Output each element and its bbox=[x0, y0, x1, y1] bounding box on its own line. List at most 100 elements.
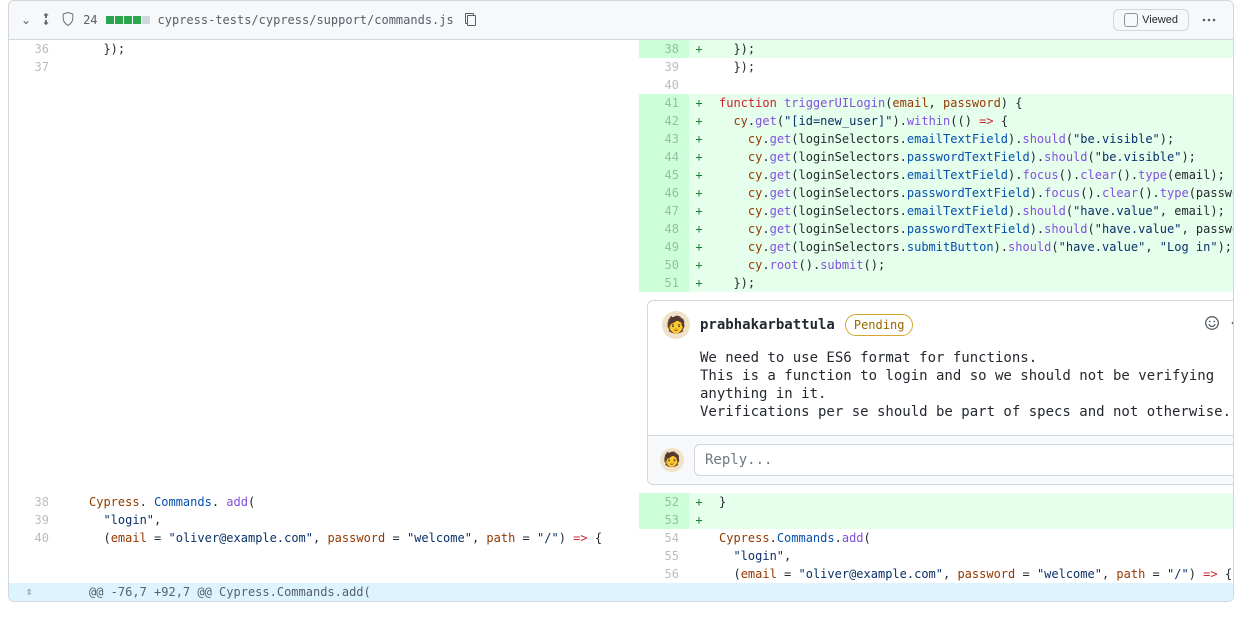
code-right[interactable]: cy.get(loginSelectors.passwordTextField)… bbox=[709, 148, 1234, 166]
line-number-right[interactable]: 54 bbox=[639, 529, 689, 547]
viewed-checkbox[interactable] bbox=[1124, 13, 1138, 27]
file-path[interactable]: cypress-tests/cypress/support/commands.j… bbox=[158, 13, 454, 27]
code-right[interactable]: cy.get(loginSelectors.emailTextField).fo… bbox=[709, 166, 1234, 184]
copy-path-icon[interactable] bbox=[462, 11, 478, 30]
line-number-left[interactable] bbox=[9, 76, 59, 94]
change-count[interactable]: 24 bbox=[83, 13, 97, 27]
line-number-right[interactable]: 53 bbox=[639, 511, 689, 529]
line-number-right[interactable]: 41 bbox=[639, 94, 689, 112]
line-number-left[interactable]: 40 bbox=[9, 529, 59, 547]
line-number-right[interactable]: 39 bbox=[639, 58, 689, 76]
code-right[interactable]: "login", bbox=[709, 547, 1234, 565]
collapse-chevron-icon[interactable]: ⌄ bbox=[21, 13, 31, 27]
code-right[interactable]: }); bbox=[709, 274, 1234, 292]
code-left[interactable]: "login", bbox=[79, 511, 639, 529]
line-number-left[interactable]: 36 bbox=[9, 40, 59, 58]
line-number-right[interactable]: 45 bbox=[639, 166, 689, 184]
code-left[interactable] bbox=[79, 76, 639, 94]
code-right[interactable]: }); bbox=[709, 40, 1234, 58]
comment-author[interactable]: prabhakarbattula bbox=[700, 316, 835, 334]
code-left[interactable] bbox=[79, 112, 639, 130]
line-number-left[interactable] bbox=[9, 238, 59, 256]
code-left[interactable] bbox=[79, 565, 639, 583]
avatar[interactable]: 🧑 bbox=[662, 311, 690, 339]
line-number-right[interactable]: 38 bbox=[639, 40, 689, 58]
code-left[interactable] bbox=[79, 202, 639, 220]
marker-left bbox=[59, 148, 79, 166]
emoji-reaction-icon[interactable] bbox=[1204, 315, 1220, 336]
line-number-right[interactable]: 46 bbox=[639, 184, 689, 202]
file-actions-kebab[interactable] bbox=[1197, 8, 1221, 32]
line-number-left[interactable] bbox=[9, 220, 59, 238]
line-number-left[interactable] bbox=[9, 130, 59, 148]
code-right[interactable]: cy.get(loginSelectors.submitButton).shou… bbox=[709, 238, 1234, 256]
code-left[interactable] bbox=[79, 184, 639, 202]
code-left[interactable] bbox=[79, 547, 639, 565]
marker-right bbox=[689, 58, 709, 76]
expand-up-down-icon[interactable]: ⇳ bbox=[9, 583, 49, 601]
code-right[interactable]: cy.get(loginSelectors.emailTextField).sh… bbox=[709, 202, 1234, 220]
code-left[interactable] bbox=[79, 220, 639, 238]
line-number-left[interactable] bbox=[9, 112, 59, 130]
line-number-right[interactable]: 52 bbox=[639, 493, 689, 511]
code-left[interactable] bbox=[79, 94, 639, 112]
code-right[interactable]: cy.get(loginSelectors.passwordTextField)… bbox=[709, 220, 1234, 238]
code-left[interactable]: (email = "oliver@example.com", password … bbox=[79, 529, 639, 547]
code-left[interactable]: Cypress. Commands. add( bbox=[79, 493, 639, 511]
diff-row: 37 39 }); bbox=[9, 58, 1234, 76]
code-right[interactable]: cy.get("[id=new_user]").within(() => { bbox=[709, 112, 1234, 130]
line-number-left[interactable]: 38 bbox=[9, 493, 59, 511]
code-left[interactable] bbox=[79, 148, 639, 166]
code-left[interactable] bbox=[79, 274, 639, 292]
line-number-right[interactable]: 40 bbox=[639, 76, 689, 94]
line-number-left[interactable] bbox=[9, 94, 59, 112]
line-number-right[interactable]: 48 bbox=[639, 220, 689, 238]
marker-left bbox=[59, 76, 79, 94]
viewed-toggle[interactable]: Viewed bbox=[1113, 9, 1189, 31]
code-right[interactable]: }); bbox=[709, 58, 1234, 76]
code-left[interactable]: }); bbox=[79, 40, 639, 58]
line-number-left[interactable]: 37 bbox=[9, 58, 59, 76]
code-left[interactable] bbox=[79, 58, 639, 76]
line-number-right[interactable]: 44 bbox=[639, 148, 689, 166]
line-number-left[interactable] bbox=[9, 184, 59, 202]
hunk-header[interactable]: ⇳@@ -76,7 +92,7 @@ Cypress.Commands.add( bbox=[9, 583, 1234, 601]
line-number-right[interactable]: 42 bbox=[639, 112, 689, 130]
reply-input[interactable]: Reply... bbox=[694, 444, 1234, 476]
line-number-left[interactable] bbox=[9, 565, 59, 583]
line-number-left[interactable] bbox=[9, 274, 59, 292]
diff-row: 50+ cy.root().submit(); bbox=[9, 256, 1234, 274]
line-number-right[interactable]: 43 bbox=[639, 130, 689, 148]
line-number-right[interactable]: 55 bbox=[639, 547, 689, 565]
line-number-left[interactable] bbox=[9, 202, 59, 220]
expand-all-icon[interactable] bbox=[39, 12, 53, 29]
comment-actions-kebab[interactable] bbox=[1230, 315, 1234, 336]
code-right[interactable]: Cypress.Commands.add( bbox=[709, 529, 1234, 547]
diff-row: 49+ cy.get(loginSelectors.submitButton).… bbox=[9, 238, 1234, 256]
code-left[interactable] bbox=[79, 130, 639, 148]
code-left[interactable] bbox=[79, 238, 639, 256]
code-right[interactable]: (email = "oliver@example.com", password … bbox=[709, 565, 1234, 583]
line-number-left[interactable] bbox=[9, 148, 59, 166]
line-number-right[interactable]: 50 bbox=[639, 256, 689, 274]
line-number-right[interactable]: 47 bbox=[639, 202, 689, 220]
code-right[interactable]: function triggerUILogin(email, password)… bbox=[709, 94, 1234, 112]
avatar[interactable]: 🧑 bbox=[660, 448, 684, 472]
line-number-right[interactable]: 51 bbox=[639, 274, 689, 292]
code-right[interactable]: cy.get(loginSelectors.emailTextField).sh… bbox=[709, 130, 1234, 148]
line-number-left[interactable] bbox=[9, 547, 59, 565]
line-number-right[interactable]: 56 bbox=[639, 565, 689, 583]
code-right[interactable] bbox=[709, 511, 1234, 529]
line-number-left[interactable] bbox=[9, 166, 59, 184]
code-left[interactable] bbox=[79, 256, 639, 274]
file-diff-container: ⌄ 24 cypress-tests/cypress/support/comma… bbox=[8, 0, 1234, 602]
line-number-left[interactable] bbox=[9, 256, 59, 274]
line-number-left[interactable]: 39 bbox=[9, 511, 59, 529]
code-left[interactable] bbox=[79, 166, 639, 184]
code-right[interactable] bbox=[709, 76, 1234, 94]
code-right[interactable]: } bbox=[709, 493, 1234, 511]
line-number-right[interactable]: 49 bbox=[639, 238, 689, 256]
marker-right: + bbox=[689, 184, 709, 202]
code-right[interactable]: cy.root().submit(); bbox=[709, 256, 1234, 274]
code-right[interactable]: cy.get(loginSelectors.passwordTextField)… bbox=[709, 184, 1234, 202]
